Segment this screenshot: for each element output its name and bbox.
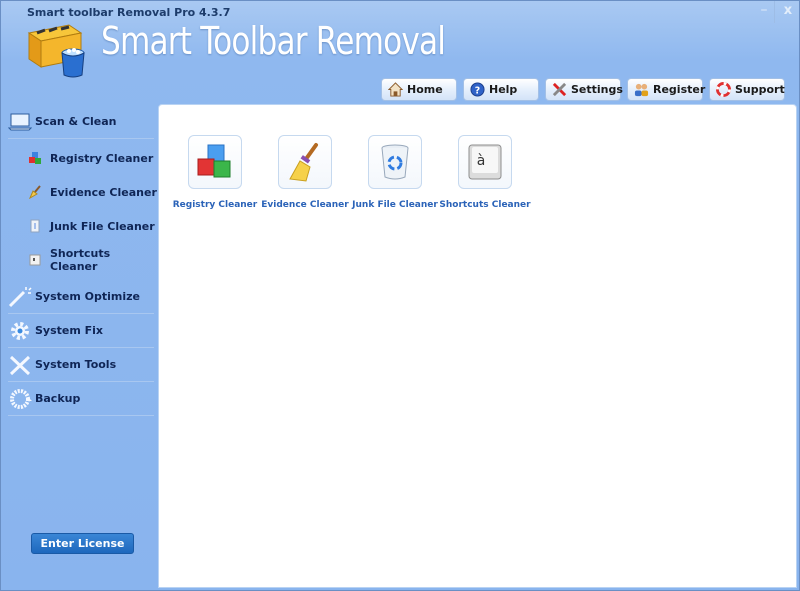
settings-icon [552, 82, 567, 97]
register-icon [634, 83, 649, 97]
sidebar-sublabel: Junk File Cleaner [50, 219, 155, 233]
tile-junk-file-cleaner[interactable]: Junk File Cleaner [349, 135, 441, 210]
home-button[interactable]: Home [381, 78, 457, 101]
sidebar: Scan & Clean Registry Cleaner Evidence C… [2, 105, 158, 591]
broom-icon [289, 143, 318, 182]
support-label: Support [735, 83, 785, 96]
junk-file-icon [30, 219, 40, 233]
sidebar-subitem-registry[interactable]: Registry Cleaner [28, 148, 153, 168]
sidebar-sublabel: Shortcuts Cleaner [50, 247, 111, 273]
help-icon: ? [470, 82, 485, 97]
window-title: Smart toolbar Removal Pro 4.3.7 [27, 6, 231, 19]
gear-icon [11, 321, 29, 340]
title-separator [774, 1, 775, 23]
brand-title: Smart Toolbar Removal [101, 19, 446, 63]
sidebar-item-system-tools[interactable]: System Tools [8, 348, 154, 382]
broom-icon [29, 185, 41, 199]
tile-icon-box [368, 135, 422, 189]
support-icon [716, 82, 731, 97]
support-button[interactable]: Support [709, 78, 785, 101]
app-window: Smart toolbar Removal Pro 4.3.7 – x Smar… [0, 0, 800, 591]
registry-icon [29, 152, 41, 164]
registry-cubes-icon [197, 144, 231, 178]
tile-registry-cleaner[interactable]: Registry Cleaner [169, 135, 261, 210]
tile-label: Registry Cleaner [172, 200, 258, 210]
register-button[interactable]: Register [627, 78, 706, 101]
recycle-bin-icon [381, 144, 409, 180]
sidebar-label: System Tools [35, 358, 117, 371]
tile-icon-box: à [458, 135, 512, 189]
tile-shortcuts-cleaner[interactable]: à Shortcuts Cleaner [439, 135, 531, 210]
settings-label: Settings [571, 83, 623, 96]
tile-label: Junk File Cleaner [352, 200, 438, 210]
sidebar-item-scan-clean[interactable]: Scan & Clean [8, 105, 154, 139]
tile-label: Shortcuts Cleaner [439, 200, 531, 210]
sidebar-item-system-optimize[interactable]: System Optimize [8, 280, 154, 314]
sidebar-label: Scan & Clean [35, 115, 117, 128]
help-button[interactable]: ? Help [463, 78, 539, 101]
key-glyph: à [477, 153, 486, 169]
settings-button[interactable]: Settings [545, 78, 623, 101]
enter-license-button[interactable]: Enter License [31, 533, 134, 554]
keyboard-key-icon: à [468, 144, 502, 180]
shortcut-icon [29, 254, 41, 266]
home-label: Home [407, 83, 443, 96]
register-label: Register [653, 83, 706, 96]
tile-label: Evidence Cleaner [261, 200, 349, 210]
sidebar-label: System Optimize [35, 290, 140, 303]
sidebar-subitem-shortcuts[interactable]: Shortcuts Cleaner [28, 247, 158, 273]
sidebar-subitem-evidence[interactable]: Evidence Cleaner [28, 182, 157, 202]
sidebar-sublabel: Registry Cleaner [50, 151, 154, 165]
home-icon [388, 82, 403, 97]
main-content-panel: Registry Cleaner Evidence Cleaner Junk F… [158, 104, 797, 588]
help-label: Help [489, 83, 518, 96]
tools-icon [9, 355, 31, 375]
sidebar-sublabel: Evidence Cleaner [50, 185, 157, 199]
tile-icon-box [278, 135, 332, 189]
backup-icon [10, 388, 32, 409]
close-button[interactable]: x [781, 4, 795, 18]
sidebar-label: Backup [35, 392, 81, 405]
sidebar-item-system-fix[interactable]: System Fix [8, 314, 154, 348]
logo-icon [25, 19, 91, 79]
tile-evidence-cleaner[interactable]: Evidence Cleaner [259, 135, 351, 210]
laptop-icon [8, 113, 32, 130]
sidebar-label: System Fix [35, 324, 104, 337]
sidebar-subitem-junk[interactable]: Junk File Cleaner [28, 216, 155, 236]
svg-text:?: ? [475, 85, 480, 96]
sidebar-item-backup[interactable]: Backup [8, 382, 154, 416]
magic-wand-icon [8, 286, 32, 307]
tile-icon-box [188, 135, 242, 189]
minimize-button[interactable]: – [757, 3, 771, 19]
